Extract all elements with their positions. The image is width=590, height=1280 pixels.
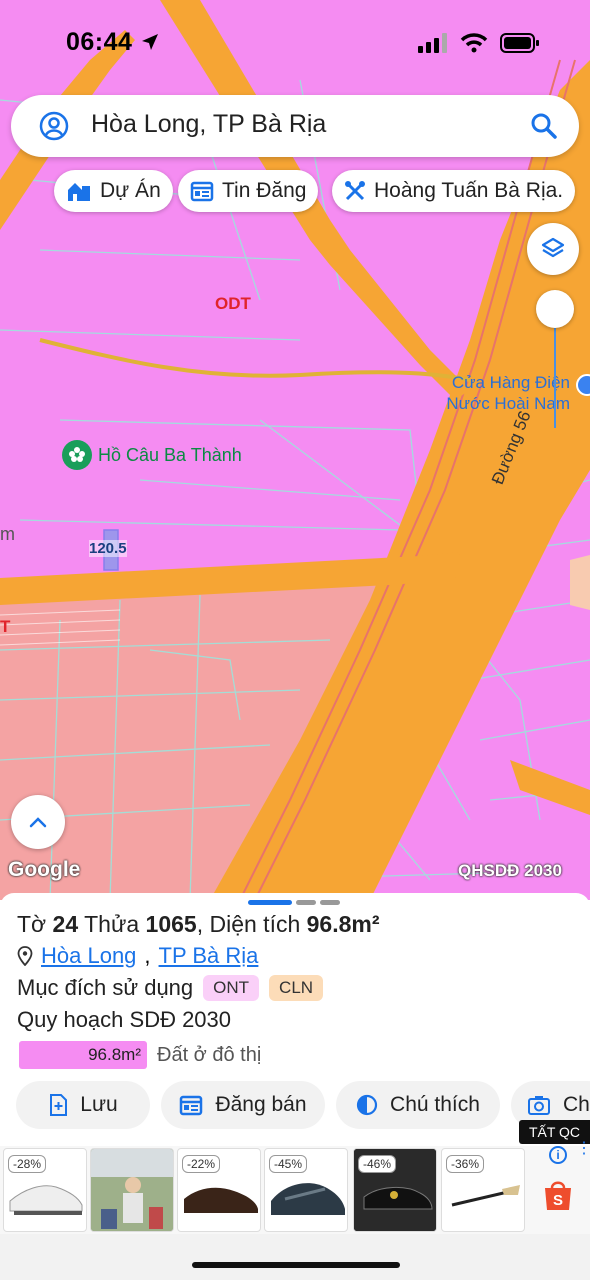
signal-icon [418, 33, 447, 53]
sheet-handle-active[interactable] [248, 900, 292, 905]
plan-area-desc: Đất ở đô thị [157, 1043, 262, 1066]
discount-badge: -46% [358, 1155, 397, 1173]
purpose-label: Mục đích sử dụng [17, 975, 194, 1000]
battery-icon [500, 33, 539, 53]
opacity-slider-track[interactable] [554, 328, 556, 428]
purpose-tag-ont[interactable]: ONT [203, 975, 260, 1001]
area-value: 96.8m² [306, 911, 380, 937]
ad-item[interactable]: -46% [353, 1148, 437, 1232]
bottom-bar [0, 1234, 590, 1280]
location-pin-icon [17, 946, 33, 966]
layers-button[interactable] [527, 223, 579, 275]
location-arrow-icon [141, 34, 158, 50]
google-logo: Google [8, 858, 81, 881]
parcel-info-sheet[interactable]: Tờ 24 Thửa 1065, Diện tích 96.8m² Hòa Lo… [0, 893, 590, 1143]
button-label: Ch [563, 1093, 590, 1116]
discount-badge: -22% [182, 1155, 221, 1173]
discount-badge: -28% [8, 1155, 47, 1173]
area-label: Diện tích [209, 911, 301, 937]
photo-icon [91, 1149, 173, 1231]
parcel-location: Hòa Long, TP Bà Rịa [17, 943, 258, 969]
button-label: Lưu [80, 1093, 118, 1116]
plan-area-row: 96.8m² Đất ở đô thị [19, 1041, 261, 1069]
chevron-up-icon [29, 817, 47, 828]
chip-label: Tin Đăng [222, 179, 307, 202]
listing-icon [190, 181, 214, 202]
search-icon[interactable] [529, 111, 559, 141]
poi-store[interactable]: Cửa Hàng Điện Nước Hoài Nam [440, 372, 570, 414]
button-label: Chú thích [390, 1093, 480, 1116]
plan-area-bar: 96.8m² [19, 1041, 147, 1069]
save-button[interactable]: Lưu [16, 1081, 150, 1129]
sheet-number: 24 [52, 911, 79, 937]
expand-up-button[interactable] [11, 795, 65, 849]
parcel-length-label: 120.5 [89, 540, 127, 557]
chip-tin-dang[interactable]: Tin Đăng [178, 170, 319, 212]
button-label: Đăng bán [215, 1093, 307, 1116]
zone-label-t: T [0, 617, 11, 636]
poi-fishing-label: Hồ Câu Ba Thành [98, 444, 242, 465]
post-sale-button[interactable]: Đăng bán [161, 1081, 325, 1129]
park-icon [62, 440, 92, 470]
purpose-tag-cln[interactable]: CLN [269, 975, 324, 1001]
ad-item[interactable]: -36% [441, 1148, 525, 1232]
sheet-handle[interactable] [320, 900, 340, 905]
parcel-title: Tờ 24 Thửa 1065, Diện tích 96.8m² [17, 911, 380, 937]
wifi-icon [460, 33, 488, 53]
sheet-label: Tờ [17, 911, 47, 937]
search-bar[interactable]: Hòa Long, TP Bà Rịa [11, 95, 579, 157]
plan-label: QHSDĐ 2030 [458, 861, 562, 880]
home-indicator[interactable] [192, 1262, 400, 1268]
ad-item[interactable]: -28% [3, 1148, 87, 1232]
legend-icon [356, 1094, 378, 1116]
shopee-icon[interactable]: S [541, 1178, 575, 1217]
camera-icon [528, 1096, 550, 1115]
plot-number: 1065 [145, 911, 197, 937]
city-link[interactable]: TP Bà Rịa [159, 943, 259, 969]
svg-text:S: S [553, 1192, 563, 1209]
search-input[interactable]: Hòa Long, TP Bà Rịa [91, 110, 326, 139]
account-icon[interactable] [39, 111, 69, 141]
chip-du-an[interactable]: Dự Án [54, 170, 173, 212]
legend-button[interactable]: Chú thích [336, 1081, 500, 1129]
ad-info-icon[interactable]: i [549, 1146, 567, 1164]
save-icon [50, 1094, 68, 1116]
plot-label: Thửa [84, 911, 140, 937]
layers-icon [541, 237, 565, 258]
plan-title: Quy hoạch SDĐ 2030 [17, 1007, 232, 1032]
clock: 06:44 [66, 28, 160, 57]
status-icons [418, 33, 540, 53]
ad-item[interactable]: -45% [264, 1148, 348, 1232]
chip-label: Dự Án [100, 179, 161, 202]
discount-badge: -45% [269, 1155, 308, 1173]
opacity-slider-knob[interactable] [536, 290, 574, 328]
poi-fishing[interactable]: Hồ Câu Ba Thành [62, 440, 242, 470]
discount-badge: -36% [446, 1155, 485, 1173]
sheet-handle[interactable] [296, 900, 316, 905]
zone-label-odt: ODT [215, 294, 251, 313]
chip-hoang-tuan[interactable]: Hoàng Tuấn Bà Rịa. [332, 170, 576, 212]
building-icon [68, 183, 90, 201]
post-icon [180, 1095, 203, 1116]
purpose-row: Mục đích sử dụng ONT CLN [17, 975, 324, 1001]
ward-link[interactable]: Hòa Long [41, 943, 136, 969]
ad-item[interactable]: -22% [177, 1148, 261, 1232]
ad-item[interactable] [90, 1148, 174, 1232]
tools-icon [345, 181, 365, 201]
ad-strip[interactable]: -28% -22% -45% -46% -36% i ⋮ S [0, 1141, 590, 1234]
edge-label: m [0, 524, 15, 544]
chip-label: Hoàng Tuấn Bà Rịa. [374, 179, 564, 202]
status-bar: 06:44 [0, 0, 590, 80]
clock-text: 06:44 [66, 28, 133, 56]
ad-more-icon[interactable]: ⋮ [576, 1141, 590, 1164]
